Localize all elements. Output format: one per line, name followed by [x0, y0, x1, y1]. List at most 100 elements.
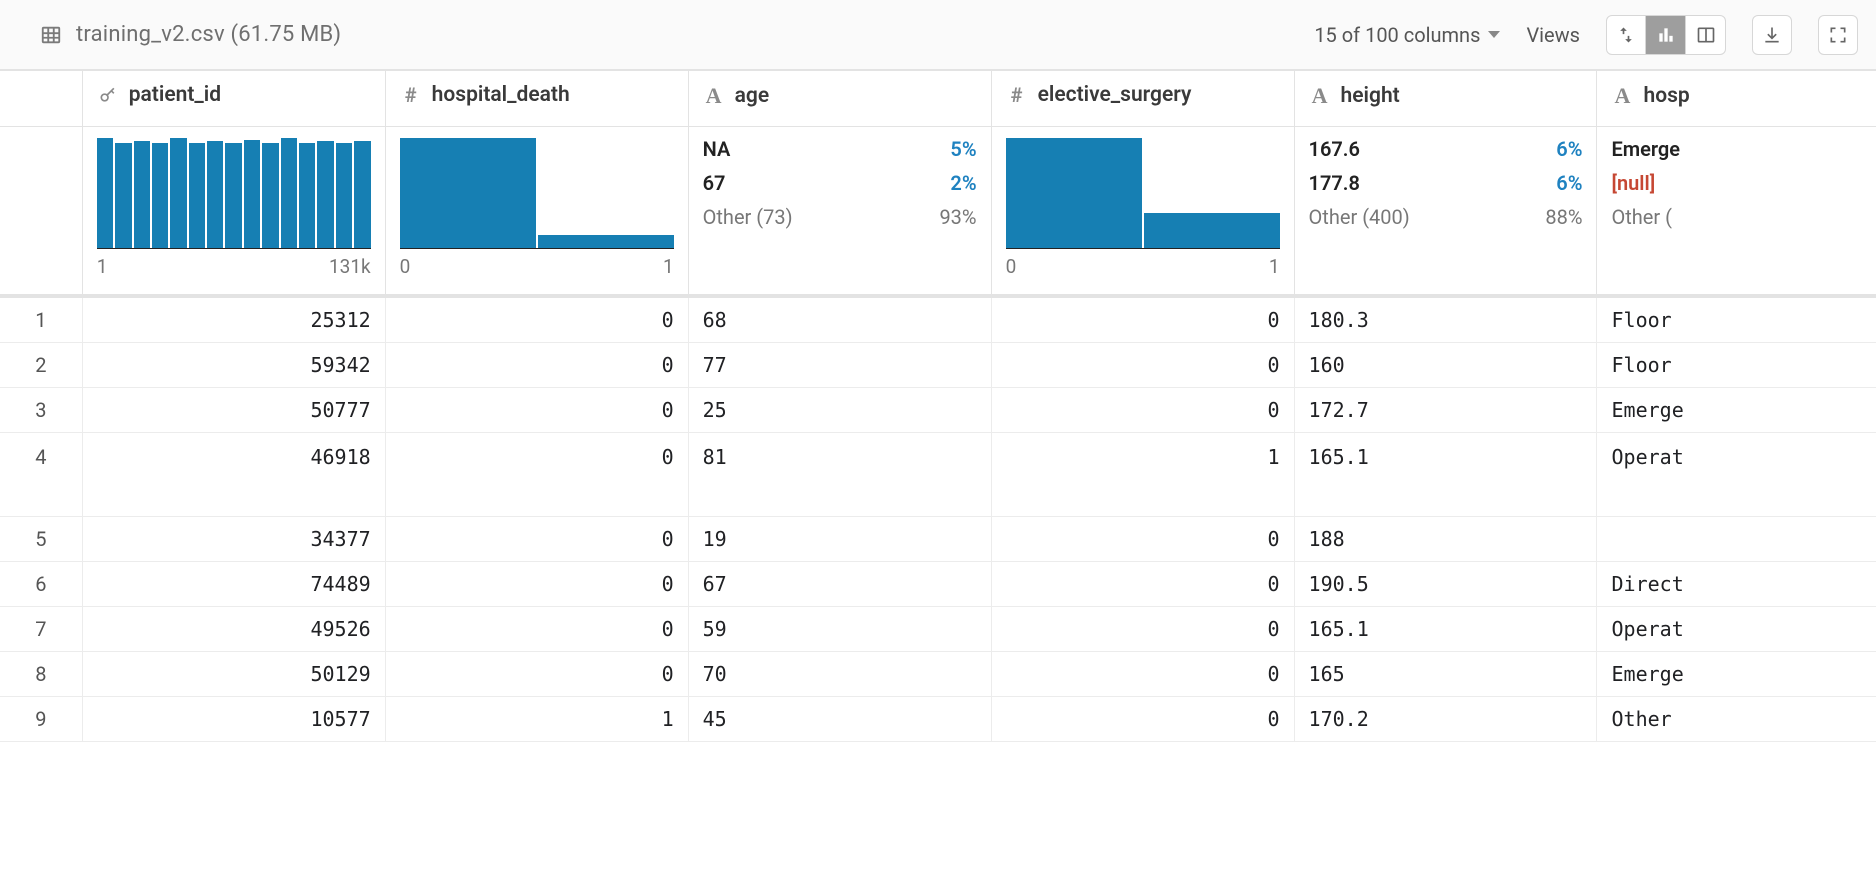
column-header-hosp[interactable]: Ahosp	[1597, 71, 1876, 127]
cell-elective_surgery[interactable]: 0	[991, 607, 1294, 652]
compact-view-button[interactable]	[1606, 15, 1646, 55]
cell-hosp[interactable]: Direct	[1597, 562, 1876, 607]
cell-height[interactable]: 165.1	[1294, 607, 1597, 652]
histogram	[97, 137, 371, 249]
chevron-down-icon	[1488, 31, 1500, 38]
cell-age[interactable]: 59	[688, 607, 991, 652]
cell-hospital_death[interactable]: 0	[385, 562, 688, 607]
cell-hospital_death[interactable]: 0	[385, 343, 688, 388]
cell-patient_id[interactable]: 50777	[82, 388, 385, 433]
cell-patient_id[interactable]: 46918	[82, 433, 385, 517]
axis-max: 1	[663, 255, 674, 278]
cell-hosp[interactable]	[1597, 517, 1876, 562]
column-name-label: height	[1341, 84, 1400, 108]
cell-hosp[interactable]: Other	[1597, 697, 1876, 742]
column-header-hospital_death[interactable]: #hospital_death	[385, 71, 688, 127]
cell-elective_surgery[interactable]: 0	[991, 652, 1294, 697]
histogram	[1006, 137, 1280, 249]
cell-patient_id[interactable]: 10577	[82, 697, 385, 742]
column-summary-height: 167.66%177.86%Other (400)88%	[1294, 127, 1597, 297]
number-icon: #	[1006, 83, 1028, 107]
row-number: 4	[0, 433, 82, 517]
cell-height[interactable]: 172.7	[1294, 388, 1597, 433]
hist-bar	[400, 138, 536, 248]
file-title: training_v2.csv (61.75 MB)	[76, 22, 341, 47]
cell-height[interactable]: 188	[1294, 517, 1597, 562]
column-summary-patient_id: 1131k	[82, 127, 385, 297]
cell-elective_surgery[interactable]: 0	[991, 517, 1294, 562]
cell-age[interactable]: 25	[688, 388, 991, 433]
cell-patient_id[interactable]: 59342	[82, 343, 385, 388]
cell-height[interactable]: 180.3	[1294, 296, 1597, 343]
download-button[interactable]	[1752, 15, 1792, 55]
column-header-patient_id[interactable]: patient_id	[82, 71, 385, 127]
top-value: 67	[703, 171, 726, 195]
cell-hospital_death[interactable]: 0	[385, 296, 688, 343]
cell-hosp[interactable]: Operat	[1597, 433, 1876, 517]
cell-hosp[interactable]: Emerge	[1597, 652, 1876, 697]
cell-patient_id[interactable]: 49526	[82, 607, 385, 652]
cell-elective_surgery[interactable]: 1	[991, 433, 1294, 517]
cell-age[interactable]: 77	[688, 343, 991, 388]
columns-dropdown-label: 15 of 100 columns	[1314, 23, 1480, 47]
cell-height[interactable]: 170.2	[1294, 697, 1597, 742]
cell-patient_id[interactable]: 25312	[82, 296, 385, 343]
top-value: NA	[703, 137, 731, 161]
cell-elective_surgery[interactable]: 0	[991, 388, 1294, 433]
cell-age[interactable]: 81	[688, 433, 991, 517]
cell-elective_surgery[interactable]: 0	[991, 697, 1294, 742]
view-mode-group	[1606, 15, 1726, 55]
cell-patient_id[interactable]: 34377	[82, 517, 385, 562]
fullscreen-button[interactable]	[1818, 15, 1858, 55]
cell-age[interactable]: 45	[688, 697, 991, 742]
cell-height[interactable]: 165.1	[1294, 433, 1597, 517]
column-header-height[interactable]: Aheight	[1294, 71, 1597, 127]
top-value-pct: 5%	[950, 137, 976, 161]
top-other: Other (	[1611, 205, 1672, 229]
column-header-age[interactable]: Aage	[688, 71, 991, 127]
cell-hosp[interactable]: Emerge	[1597, 388, 1876, 433]
top-value-pct: 2%	[950, 171, 976, 195]
views-button[interactable]: Views	[1526, 23, 1580, 47]
cell-patient_id[interactable]: 50129	[82, 652, 385, 697]
hist-bar	[336, 143, 352, 248]
cell-height[interactable]: 190.5	[1294, 562, 1597, 607]
cell-hospital_death[interactable]: 1	[385, 697, 688, 742]
hist-bar	[244, 140, 260, 248]
cell-elective_surgery[interactable]: 0	[991, 296, 1294, 343]
cell-height[interactable]: 160	[1294, 343, 1597, 388]
cell-hospital_death[interactable]: 0	[385, 433, 688, 517]
cell-age[interactable]: 67	[688, 562, 991, 607]
hist-bar	[354, 141, 370, 248]
hist-bar	[317, 141, 333, 248]
columns-dropdown[interactable]: 15 of 100 columns	[1314, 23, 1500, 47]
hist-bar	[170, 138, 186, 248]
histogram	[400, 137, 674, 249]
text-icon: A	[703, 83, 725, 109]
top-values: 167.66%177.86%Other (400)88%	[1309, 137, 1583, 229]
hist-bar	[134, 141, 150, 248]
text-icon: A	[1309, 83, 1331, 109]
toolbar: training_v2.csv (61.75 MB) 15 of 100 col…	[0, 0, 1876, 70]
chart-view-button[interactable]	[1646, 15, 1686, 55]
cell-hospital_death[interactable]: 0	[385, 607, 688, 652]
cell-elective_surgery[interactable]: 0	[991, 562, 1294, 607]
cell-age[interactable]: 68	[688, 296, 991, 343]
cell-height[interactable]: 165	[1294, 652, 1597, 697]
cell-hosp[interactable]: Floor	[1597, 296, 1876, 343]
axis-max: 131k	[329, 255, 371, 278]
cell-patient_id[interactable]: 74489	[82, 562, 385, 607]
cell-hospital_death[interactable]: 0	[385, 517, 688, 562]
cell-hospital_death[interactable]: 0	[385, 388, 688, 433]
split-view-button[interactable]	[1686, 15, 1726, 55]
cell-hospital_death[interactable]: 0	[385, 652, 688, 697]
table-row: 6744890670190.5Direct	[0, 562, 1876, 607]
column-summary-hosp: Emerge[null]Other (	[1597, 127, 1876, 297]
cell-elective_surgery[interactable]: 0	[991, 343, 1294, 388]
table-row: 7495260590165.1Operat	[0, 607, 1876, 652]
column-header-elective_surgery[interactable]: #elective_surgery	[991, 71, 1294, 127]
cell-hosp[interactable]: Floor	[1597, 343, 1876, 388]
cell-age[interactable]: 19	[688, 517, 991, 562]
cell-age[interactable]: 70	[688, 652, 991, 697]
cell-hosp[interactable]: Operat	[1597, 607, 1876, 652]
